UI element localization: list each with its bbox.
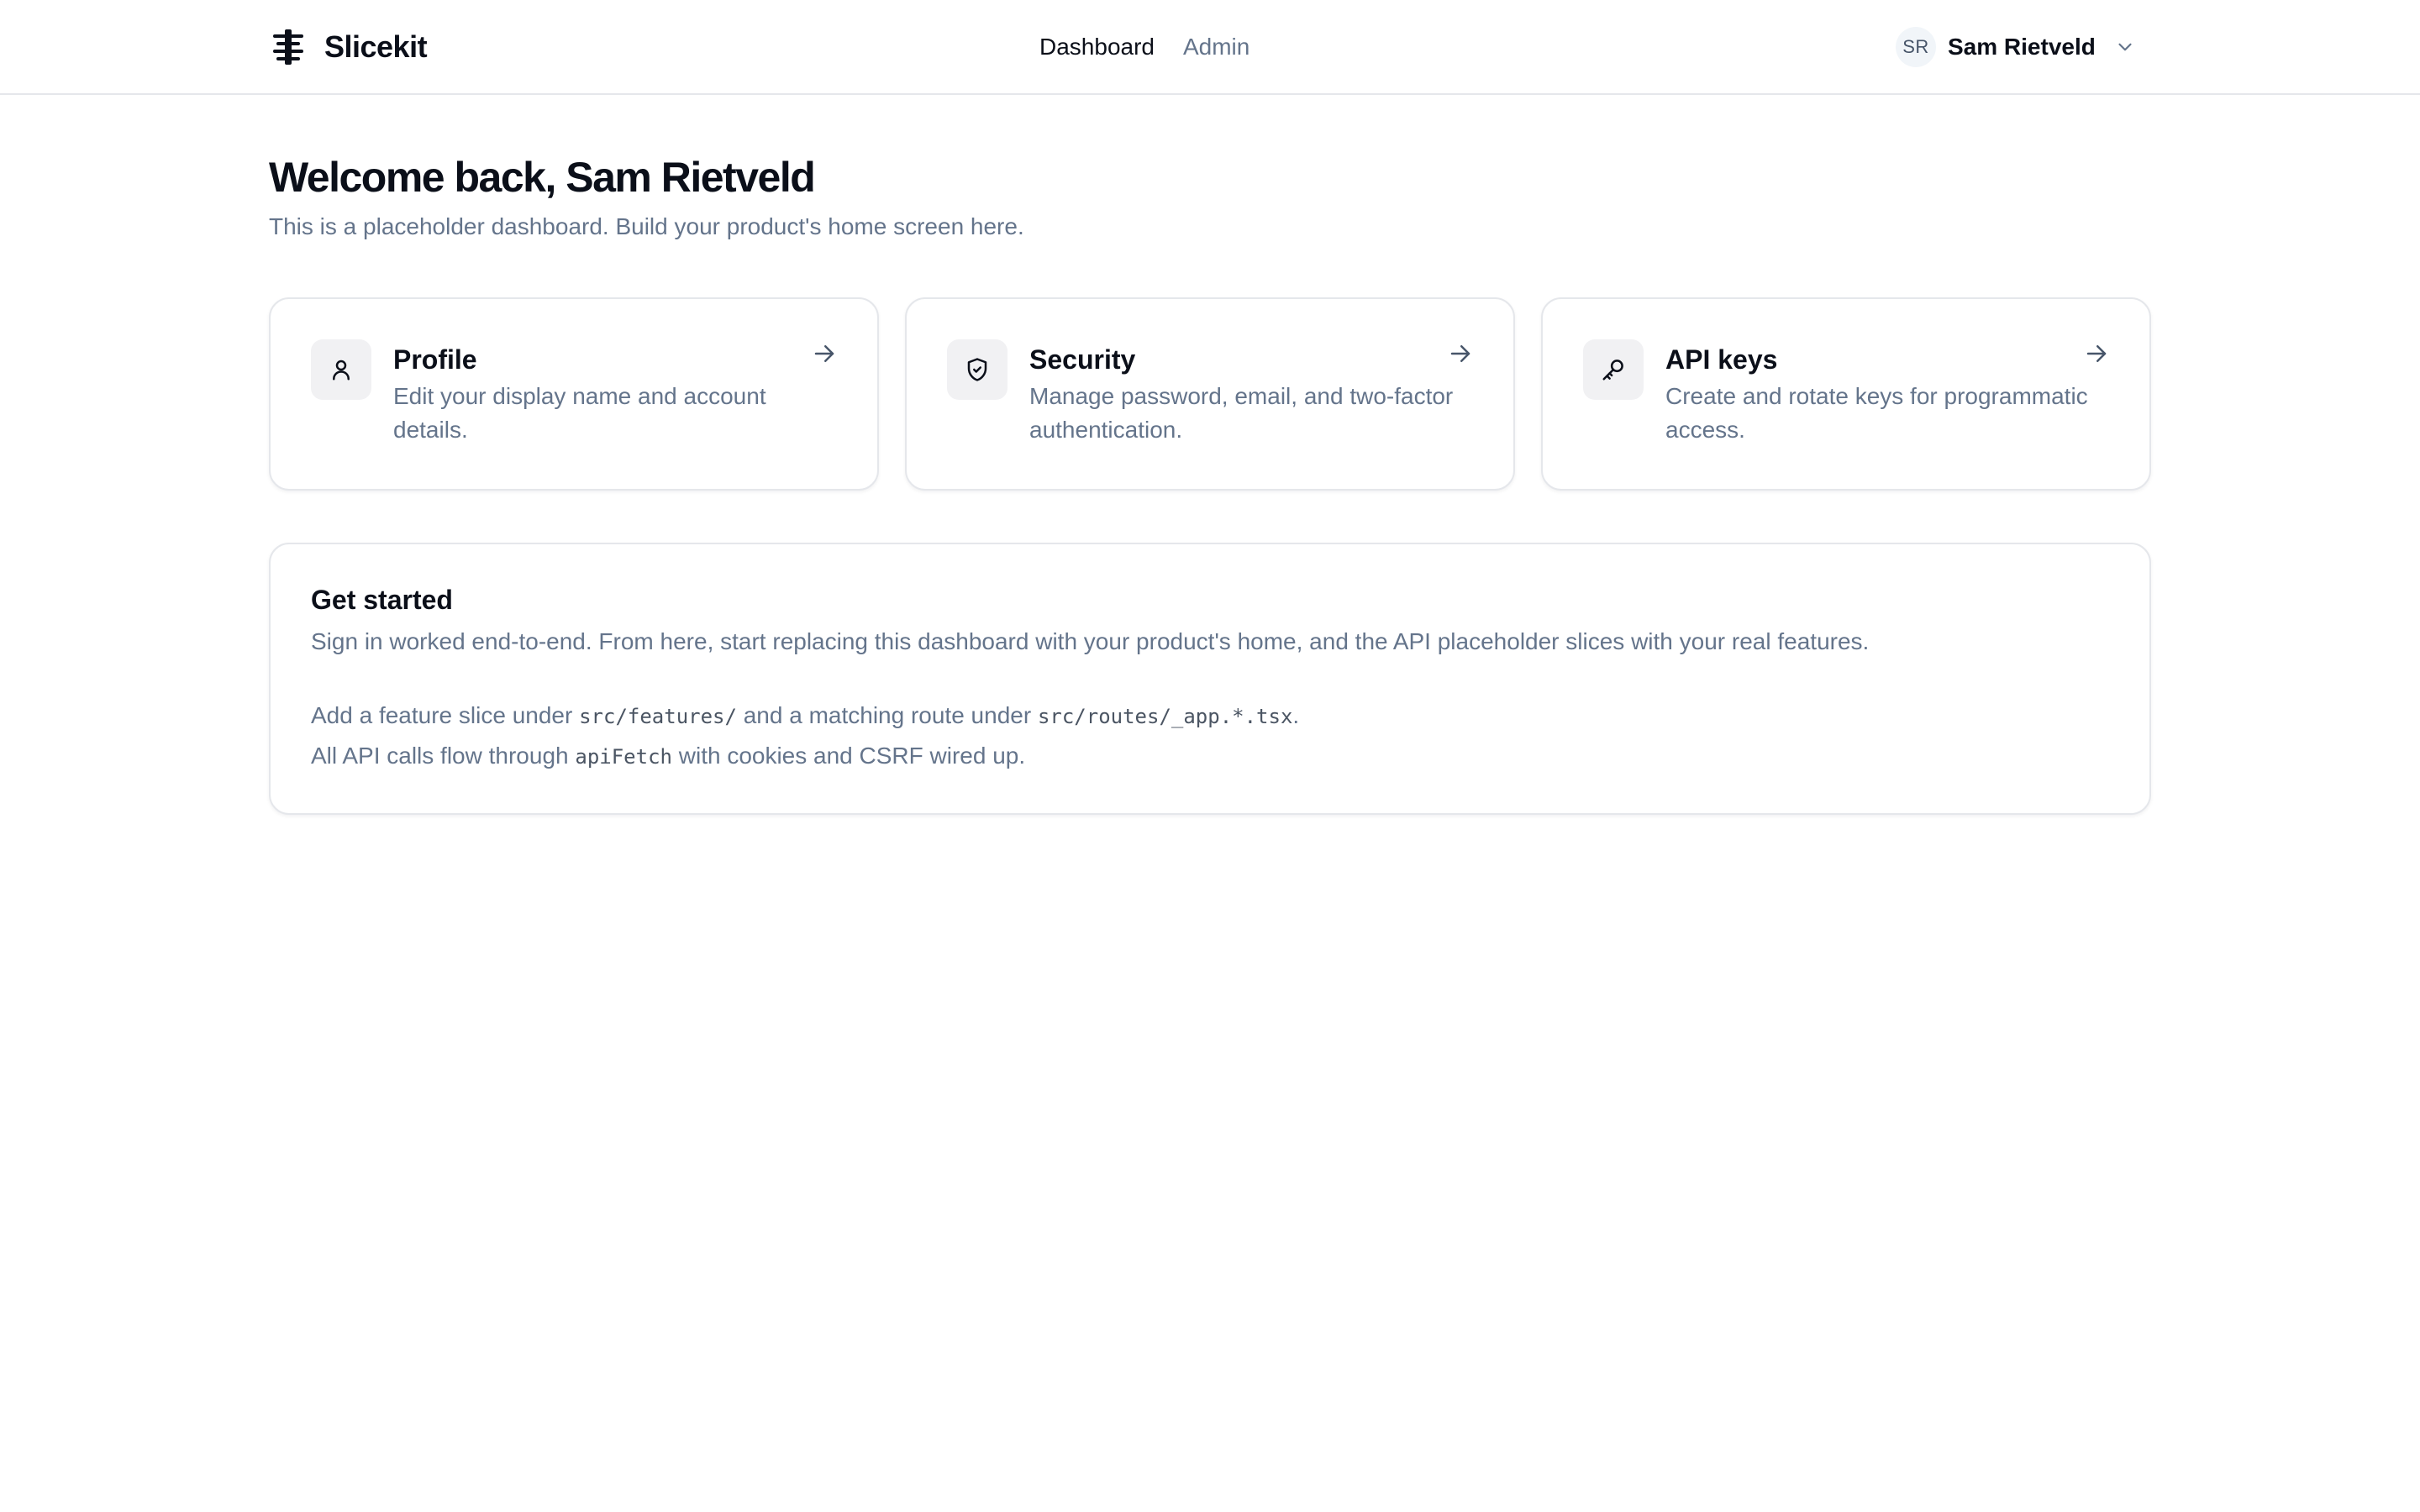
get-started-intro: Sign in worked end-to-end. From here, st… [311,628,1870,654]
tip-text: and a matching route under [736,702,1038,728]
code-features-path: src/features/ [579,705,737,728]
tip-text: with cookies and CSRF wired up. [671,743,1026,769]
card-icon-tile [1583,339,1644,400]
get-started-title: Get started [311,585,453,615]
user-menu-button[interactable]: SR Sam Rietveld [1896,25,2136,69]
avatar: SR [1896,27,1936,67]
chevron-down-icon [2118,43,2132,51]
api-keys-card[interactable]: API keys Create and rotate keys for prog… [1541,297,2151,491]
code-routes-path: src/routes/_app.*.tsx [1037,705,1293,728]
tip-text: . [1292,702,1300,728]
tip-text: All API calls flow through [311,743,576,769]
user-name: Sam Rietveld [1948,34,2096,60]
get-started-api-tip: All API calls flow through apiFetch with… [311,739,1025,774]
slicekit-logo-icon [273,29,303,65]
profile-card[interactable]: Profile Edit your display name and accou… [269,297,879,491]
arrow-right-icon [1450,345,1470,362]
arrow-right-icon [2086,345,2107,362]
security-card[interactable]: Security Manage password, email, and two… [905,297,1515,491]
card-description: Edit your display name and account detai… [393,383,766,443]
code-apifetch: apiFetch [575,745,672,769]
card-title: Security [1029,344,1136,375]
user-icon [333,360,350,381]
brand-name: Slicekit [324,29,428,64]
arrow-right-icon [814,345,834,362]
shield-check-icon [967,358,987,381]
tip-text: Add a feature slice under [311,702,580,728]
card-icon-tile [947,339,1007,400]
brand[interactable]: Slicekit [269,24,428,71]
card-title: Profile [393,344,477,375]
get-started-feature-slice-tip: Add a feature slice under src/features/ … [311,699,1299,733]
page-subtitle: This is a placeholder dashboard. Build y… [269,213,1024,239]
main-nav: Dashboard Admin [1039,27,1249,67]
nav-admin-link[interactable]: Admin [1183,34,1249,60]
quick-links: Profile Edit your display name and accou… [269,297,2151,491]
card-title: API keys [1665,344,1778,375]
key-icon [1602,360,1623,381]
get-started-card: Get started Sign in worked end-to-end. F… [269,543,2151,815]
page-title: Welcome back, Sam Rietveld [269,154,816,201]
card-description: Manage password, email, and two-factor a… [1029,383,1454,443]
top-navigation-bar: Slicekit Dashboard Admin SR Sam Rietveld [0,0,2420,95]
card-description: Create and rotate keys for programmatic … [1665,383,2088,443]
nav-dashboard-link[interactable]: Dashboard [1039,34,1155,60]
card-icon-tile [311,339,371,400]
